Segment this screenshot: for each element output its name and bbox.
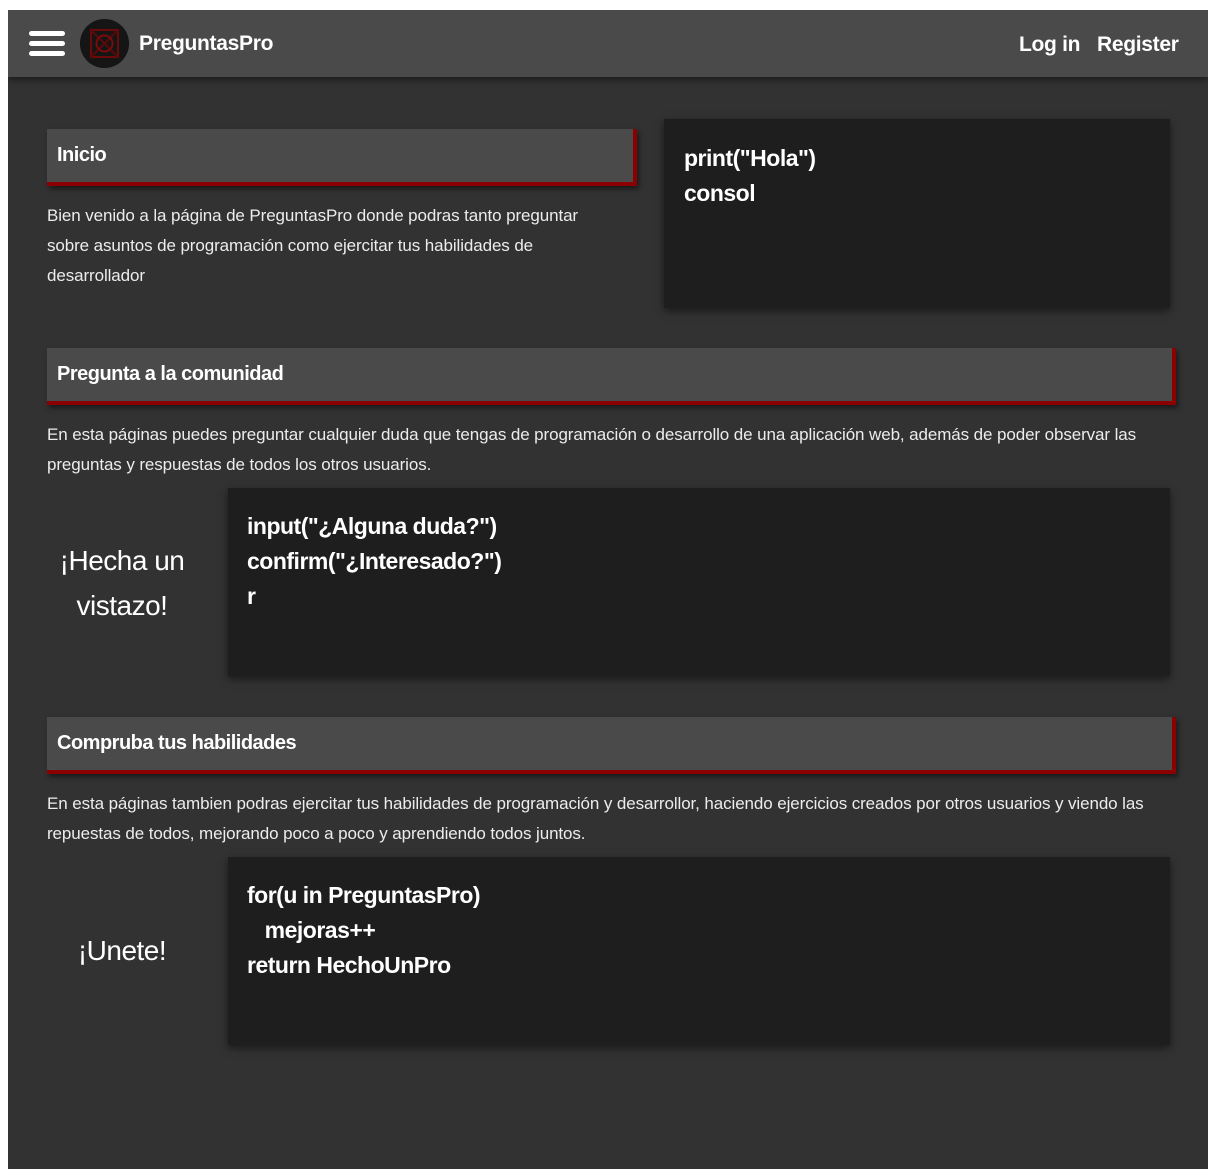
section-header-comunidad: Pregunta a la comunidad: [47, 348, 1176, 405]
code-box-comunidad: input("¿Alguna duda?") confirm("¿Interes…: [228, 488, 1170, 676]
register-link[interactable]: Register: [1097, 33, 1179, 57]
code-line: confirm("¿Interesado?"): [247, 548, 502, 574]
code-box-habilidades: for(u in PreguntasPro) mejoras++ return …: [228, 857, 1170, 1045]
logo-graphic: [80, 19, 129, 68]
login-link[interactable]: Log in: [1019, 33, 1080, 57]
section-title: Compruba tus habilidades: [57, 732, 297, 754]
page: PreguntasPro Log in Register Inicio Bien…: [8, 10, 1208, 1169]
tagline-unete: ¡Unete!: [77, 935, 167, 966]
inicio-description: Bien venido a la página de PreguntasPro …: [47, 206, 578, 285]
site-logo[interactable]: [80, 19, 129, 68]
comunidad-description: En esta páginas puedes preguntar cualqui…: [47, 425, 1137, 474]
hamburger-menu-icon[interactable]: [29, 31, 65, 57]
section-title: Inicio: [57, 144, 107, 166]
habilidades-description: En esta páginas tambien podras ejercitar…: [47, 794, 1144, 843]
tagline-line: vistazo!: [76, 590, 168, 621]
code-box-inicio: print("Hola") consol: [664, 119, 1170, 308]
code-line: mejoras++: [247, 917, 376, 943]
code-line: print("Hola"): [684, 145, 816, 171]
tagline-line: ¡Hecha un: [59, 545, 185, 576]
top-navbar: PreguntasPro Log in Register: [8, 10, 1208, 77]
brand-name[interactable]: PreguntasPro: [139, 32, 273, 56]
tagline-hecha-un-vistazo: ¡Hecha un vistazo!: [47, 538, 197, 628]
section-header-habilidades: Compruba tus habilidades: [47, 717, 1176, 774]
code-line: return HechoUnPro: [247, 952, 451, 978]
code-line: r: [247, 583, 256, 609]
section-header-inicio: Inicio: [47, 129, 637, 186]
code-line: for(u in PreguntasPro): [247, 882, 481, 908]
code-line: consol: [684, 180, 756, 206]
section-title: Pregunta a la comunidad: [57, 363, 284, 385]
code-line: input("¿Alguna duda?"): [247, 513, 497, 539]
